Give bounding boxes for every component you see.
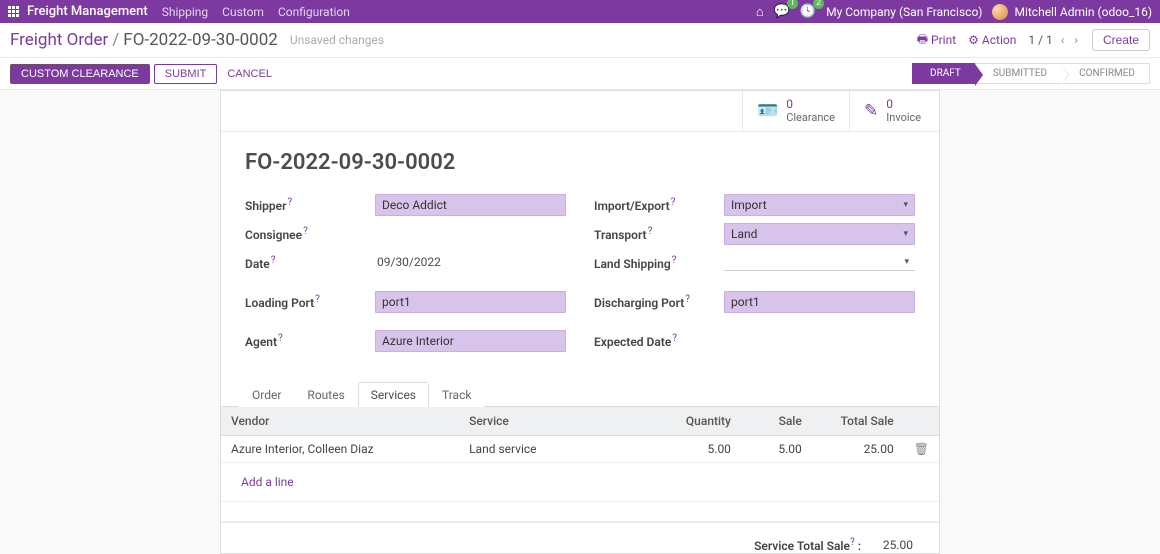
label-expected-date: Expected Date? [594,333,724,349]
pager: 1 / 1 ‹ › [1028,33,1080,47]
nav-menu: Shipping Custom Configuration [162,5,350,19]
col-quantity[interactable]: Quantity [655,407,740,436]
stat-clearance[interactable]: 🪪 0 Clearance [742,91,849,131]
messages-icon[interactable]: 💬1 [774,4,790,19]
tabs: Order Routes Services Track [221,382,939,407]
tab-routes[interactable]: Routes [294,382,357,407]
company-switcher[interactable]: My Company (San Francisco) [826,5,982,19]
nav-shipping[interactable]: Shipping [162,5,208,19]
field-import-export[interactable]: Import▾ [724,194,915,216]
label-land-shipping: Land Shipping? [594,255,724,271]
nav-custom[interactable]: Custom [222,5,264,19]
field-expected-date[interactable] [724,337,915,344]
messages-badge: 1 [787,0,798,9]
breadcrumb-parent[interactable]: Freight Order [10,30,108,50]
action-button[interactable]: ⚙ Action [968,33,1016,47]
label-date: Date? [245,255,375,271]
stat-buttons: 🪪 0 Clearance ✎ 0 Invoice [221,91,939,132]
statusbar: DRAFT SUBMITTED CONFIRMED [912,63,1150,84]
label-transport: Transport? [594,226,724,242]
services-table: Vendor Service Quantity Sale Total Sale … [221,407,939,522]
field-transport[interactable]: Land▾ [724,223,915,245]
cell-total-sale[interactable]: 25.00 [812,435,904,462]
field-shipper[interactable]: Deco Addict [375,194,566,216]
pager-next[interactable]: › [1072,33,1080,47]
id-card-icon: 🪪 [757,101,778,121]
topbar: Freight Management Shipping Custom Confi… [0,0,1160,23]
field-discharging-port[interactable]: port1 [724,291,915,313]
sheet-background: 🪪 0 Clearance ✎ 0 Invoice FO-2022-09-30-… [0,90,1160,554]
chevron-down-icon: ▾ [904,257,909,267]
cell-sale[interactable]: 5.00 [741,435,812,462]
nav-configuration[interactable]: Configuration [278,5,350,19]
print-button[interactable]: 🖶 Print [917,30,956,51]
field-date[interactable]: 09/30/2022 [375,252,566,273]
col-sale[interactable]: Sale [741,407,812,436]
user-name: Mitchell Admin (odoo_16) [1014,5,1152,19]
chevron-down-icon: ▾ [903,200,908,210]
stat-invoice-count: 0 [886,97,921,111]
breadcrumb-sep: / [112,30,119,50]
totals-value: 25.00 [873,538,913,552]
user-menu[interactable]: Mitchell Admin (odoo_16) [992,4,1152,20]
tab-order[interactable]: Order [239,382,294,407]
cell-vendor[interactable]: Azure Interior, Colleen Diaz [221,435,459,462]
stat-invoice[interactable]: ✎ 0 Invoice [849,91,939,131]
table-row[interactable]: Azure Interior, Colleen Diaz Land servic… [221,435,939,462]
apps-icon[interactable] [8,6,19,17]
submit-button[interactable]: SUBMIT [154,64,218,84]
pager-prev[interactable]: ‹ [1059,33,1067,47]
label-loading-port: Loading Port? [245,294,375,310]
col-service[interactable]: Service [459,407,655,436]
label-import-export: Import/Export? [594,197,724,213]
stat-invoice-label: Invoice [886,111,921,124]
tab-track[interactable]: Track [429,382,484,407]
edit-icon: ✎ [864,101,878,121]
label-consignee: Consignee? [245,226,375,242]
topbar-right: ⌂ 💬1 🕓2 My Company (San Francisco) Mitch… [756,4,1152,20]
breadcrumb-current: FO-2022-09-30-0002 [123,30,278,50]
home-icon[interactable]: ⌂ [756,4,764,20]
custom-clearance-button[interactable]: CUSTOM CLEARANCE [10,64,150,84]
label-discharging-port: Discharging Port? [594,294,724,310]
pager-text: 1 / 1 [1028,33,1052,47]
cell-service[interactable]: Land service [459,435,655,462]
trash-icon[interactable]: 🗑 [914,442,929,456]
activities-badge: 2 [813,0,824,9]
status-draft[interactable]: DRAFT [912,63,975,84]
unsaved-indicator: Unsaved changes [290,33,384,47]
stat-clearance-label: Clearance [786,111,835,124]
stat-clearance-count: 0 [786,97,835,111]
cell-quantity[interactable]: 5.00 [655,435,740,462]
cancel-button[interactable]: CANCEL [221,65,278,83]
field-loading-port[interactable]: port1 [375,291,566,313]
avatar [992,4,1008,20]
col-total-sale[interactable]: Total Sale [812,407,904,436]
chevron-down-icon: ▾ [903,229,908,239]
add-line-button[interactable]: Add a line [231,469,304,495]
status-confirmed[interactable]: CONFIRMED [1061,63,1150,84]
field-land-shipping[interactable]: ▾ [724,254,915,271]
status-submitted[interactable]: SUBMITTED [975,63,1061,84]
field-consignee[interactable] [375,230,566,237]
record-title: FO-2022-09-30-0002 [245,150,915,175]
col-vendor[interactable]: Vendor [221,407,459,436]
totals-label: Service Total Sale? : [754,537,861,553]
label-shipper: Shipper? [245,197,375,213]
activities-icon[interactable]: 🕓2 [800,4,816,19]
tab-services[interactable]: Services [358,382,429,407]
label-agent: Agent? [245,333,375,349]
form-sheet: 🪪 0 Clearance ✎ 0 Invoice FO-2022-09-30-… [220,90,940,554]
form-left-col: Shipper? Deco Addict Consignee? Date? 09… [245,193,566,358]
form-right-col: Import/Export? Import▾ Transport? Land▾ … [594,193,915,358]
create-button[interactable]: Create [1092,29,1150,51]
app-title[interactable]: Freight Management [27,4,148,19]
statusbar-row: CUSTOM CLEARANCE SUBMIT CANCEL DRAFT SUB… [0,58,1160,90]
field-agent[interactable]: Azure Interior [375,330,566,352]
totals-box: Service Total Sale? : 25.00 [221,522,939,553]
control-panel: Freight Order / FO-2022-09-30-0002 Unsav… [0,23,1160,58]
